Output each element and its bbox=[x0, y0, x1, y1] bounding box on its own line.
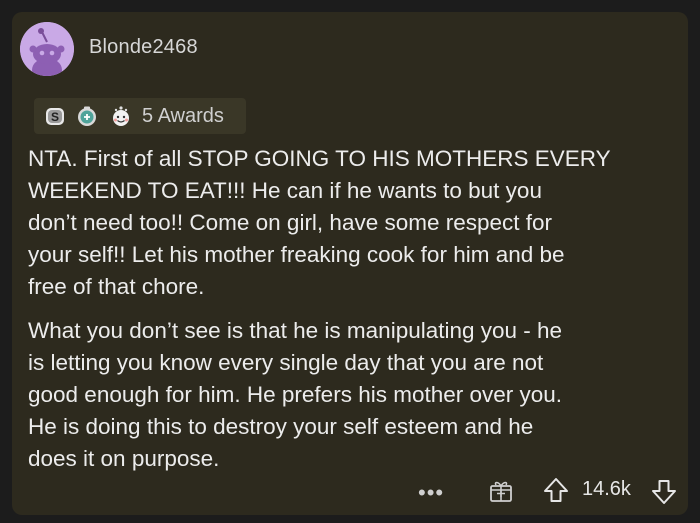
comment-paragraph: NTA. First of all STOP GOING TO HIS MOTH… bbox=[28, 146, 611, 299]
comment-card: Blonde2468 S 5 Awards NTA. First of all bbox=[12, 12, 688, 515]
more-options-icon[interactable]: ••• bbox=[418, 480, 444, 506]
snoo-avatar-icon bbox=[20, 22, 74, 76]
silver-award-icon: S bbox=[46, 108, 64, 125]
give-award-icon[interactable] bbox=[488, 478, 514, 504]
svg-text:S: S bbox=[51, 110, 59, 124]
comment-paragraph: What you don’t see is that he is manipul… bbox=[28, 318, 563, 471]
awards-count-label: 5 Awards bbox=[142, 105, 224, 127]
awards-badge[interactable]: S 5 Awards bbox=[34, 98, 246, 134]
downvote-icon[interactable] bbox=[650, 478, 678, 506]
avatar[interactable] bbox=[20, 22, 74, 76]
username[interactable]: Blonde2468 bbox=[89, 36, 198, 59]
upvote-icon[interactable] bbox=[542, 476, 570, 504]
wholesome-award-icon bbox=[113, 106, 129, 126]
helpful-award-icon bbox=[78, 106, 96, 126]
vote-count: 14.6k bbox=[582, 478, 631, 500]
